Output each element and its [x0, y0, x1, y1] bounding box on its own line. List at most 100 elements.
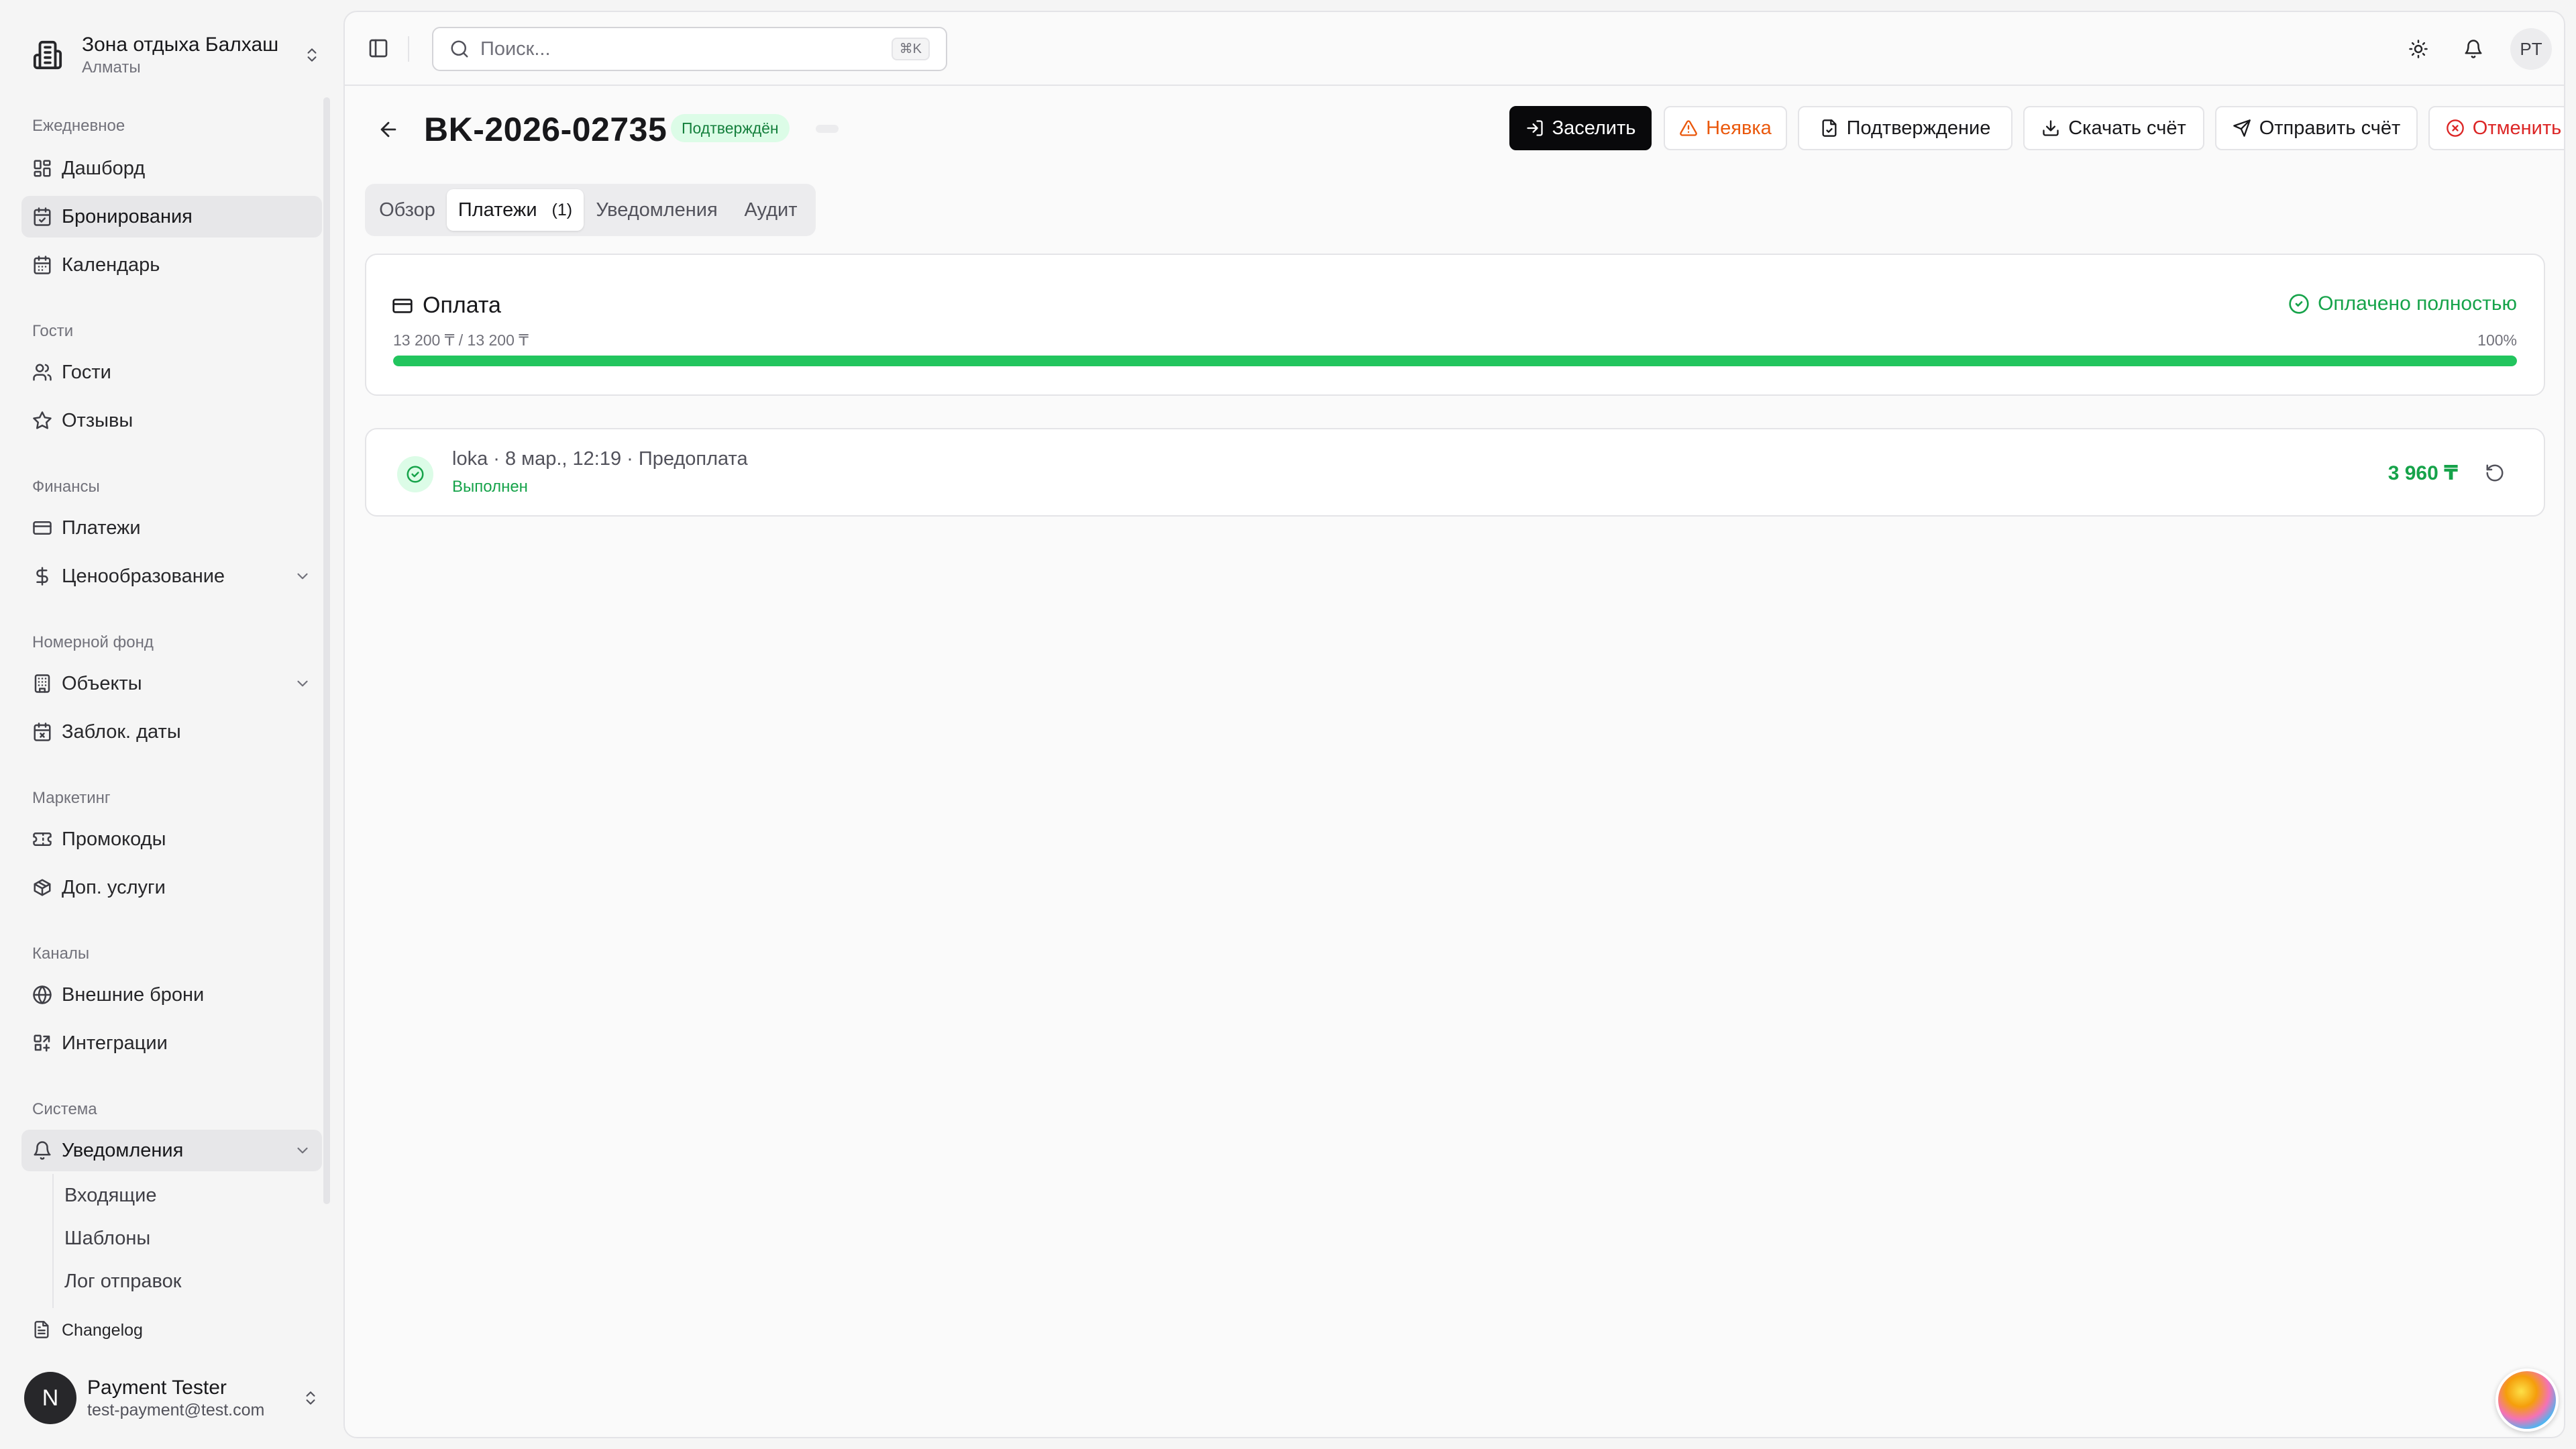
- sidebar-item-external[interactable]: Внешние брони: [21, 974, 322, 1016]
- dollar-icon: [32, 566, 52, 586]
- users-icon: [32, 362, 52, 382]
- confirmation-button[interactable]: Подтверждение: [1798, 106, 2012, 150]
- send-invoice-button[interactable]: Отправить счёт: [2215, 106, 2418, 150]
- sidebar-item-reviews[interactable]: Отзывы: [21, 400, 322, 441]
- sidebar-item-integrations[interactable]: Интеграции: [21, 1022, 322, 1064]
- calendar-check-icon: [32, 207, 52, 227]
- group-label-finance: Финансы: [32, 478, 100, 496]
- submenu-line: [52, 1174, 54, 1308]
- calendar-icon: [32, 255, 52, 275]
- shortcut-hint: ⌘K: [891, 38, 930, 60]
- download-invoice-button[interactable]: Скачать счёт: [2023, 106, 2204, 150]
- sidebar-item-label: Заблок. даты: [62, 720, 181, 743]
- tab-label: Платежи: [458, 199, 537, 221]
- sidebar-item-label: Календарь: [62, 254, 160, 276]
- group-label-rooms: Номерной фонд: [32, 633, 154, 651]
- chevrons-up-down-icon: [303, 46, 321, 64]
- tab-notifications[interactable]: Уведомления: [586, 189, 727, 231]
- org-switcher[interactable]: Зона отдыха Балхаш Алматы: [21, 24, 321, 86]
- topbar: ⌘K PT: [345, 12, 2564, 86]
- payment-summary-card: Оплата Оплачено полностью 13 200 ₸ / 13 …: [365, 254, 2545, 396]
- chevrons-up-down-icon: [302, 1389, 319, 1407]
- payment-status: Оплачено полностью: [2288, 292, 2517, 315]
- sidebar-scrollbar[interactable]: [323, 97, 330, 1204]
- transaction-row: loka · 8 мар., 12:19 · Предоплата Выполн…: [365, 428, 2545, 517]
- sidebar-subitem-templates[interactable]: Шаблоны: [64, 1228, 150, 1250]
- file-check-icon: [1820, 119, 1839, 138]
- sidebar-item-payments[interactable]: Платежи: [21, 507, 322, 549]
- divider: [408, 36, 409, 62]
- sidebar-item-label: Внешние брони: [62, 983, 205, 1006]
- user-menu[interactable]: N Payment Tester test-payment@test.com: [24, 1371, 319, 1425]
- assistant-avatar-button[interactable]: [2496, 1368, 2559, 1432]
- sidebar-item-changelog[interactable]: Changelog: [21, 1312, 322, 1348]
- log-in-icon: [1525, 119, 1544, 138]
- tab-list: Обзор Платежи (1) Уведомления Аудит: [365, 184, 816, 236]
- avatar[interactable]: PT: [2510, 28, 2552, 70]
- check-circle-icon: [397, 456, 433, 492]
- search-input[interactable]: [480, 38, 946, 60]
- payment-title: Оплата: [423, 292, 501, 318]
- sidebar-item-guests[interactable]: Гости: [21, 352, 322, 393]
- bell-icon[interactable]: [2455, 31, 2491, 67]
- org-name: Зона отдыха Балхаш: [82, 34, 279, 56]
- search-icon: [449, 39, 470, 59]
- page-title: BK-2026-02735: [424, 111, 667, 148]
- payment-status-label: Оплачено полностью: [2318, 292, 2517, 315]
- chevron-down-icon: [294, 568, 311, 585]
- back-arrow-icon[interactable]: [377, 118, 400, 141]
- send-icon: [2233, 119, 2251, 138]
- sidebar-item-label: Changelog: [62, 1320, 143, 1340]
- status-badge: Подтверждён: [671, 114, 790, 142]
- sidebar-subitem-send-log[interactable]: Лог отправок: [64, 1271, 181, 1293]
- sidebar-item-notifications[interactable]: Уведомления: [21, 1130, 322, 1171]
- download-icon: [2041, 119, 2060, 138]
- x-circle-icon: [2446, 119, 2465, 138]
- card-title: Оплата: [392, 292, 501, 319]
- sidebar-item-label: Ценообразование: [62, 565, 225, 587]
- chevron-down-icon: [294, 1142, 311, 1159]
- paid-amount: 13 200 ₸ / 13 200 ₸: [393, 331, 529, 349]
- sidebar-item-pricing[interactable]: Ценообразование: [21, 555, 322, 597]
- sidebar-subitem-inbox[interactable]: Входящие: [64, 1185, 157, 1207]
- refund-icon[interactable]: [2485, 463, 2505, 483]
- building-icon: [21, 40, 74, 70]
- main-panel: ⌘K PT BK-2026-02735 Подтверждён Заселить…: [343, 11, 2565, 1438]
- tab-payments[interactable]: Платежи (1): [447, 189, 584, 231]
- sidebar-item-label: Дашборд: [62, 157, 146, 179]
- chevron-down-icon: [294, 675, 311, 692]
- transaction-status: Выполнен: [452, 478, 528, 496]
- sidebar-item-bookings[interactable]: Бронирования: [21, 196, 322, 237]
- cancel-button[interactable]: Отменить: [2428, 106, 2564, 150]
- alert-triangle-icon: [1679, 119, 1698, 138]
- credit-card-icon: [392, 295, 413, 317]
- button-label: Подтверждение: [1846, 117, 1991, 139]
- sidebar-toggle-icon[interactable]: [368, 38, 389, 59]
- sidebar-item-calendar[interactable]: Календарь: [21, 244, 322, 286]
- user-name: Payment Tester: [87, 1377, 227, 1399]
- avatar: N: [24, 1372, 76, 1424]
- transaction-description: loka · 8 мар., 12:19 · Предоплата: [452, 448, 748, 470]
- sidebar-item-blocked-dates[interactable]: Заблок. даты: [21, 711, 322, 753]
- group-label-system: Система: [32, 1100, 97, 1118]
- search-box[interactable]: ⌘K: [432, 27, 947, 71]
- sidebar-item-label: Доп. услуги: [62, 876, 166, 898]
- checkin-button[interactable]: Заселить: [1509, 106, 1652, 150]
- sidebar-item-label: Интеграции: [62, 1032, 168, 1054]
- sidebar-item-objects[interactable]: Объекты: [21, 663, 322, 704]
- credit-card-icon: [32, 518, 52, 538]
- noshow-button[interactable]: Неявка: [1664, 106, 1787, 150]
- sidebar-item-extras[interactable]: Доп. услуги: [21, 867, 322, 908]
- payment-progress-bar: [393, 356, 2517, 366]
- sidebar-item-label: Уведомления: [62, 1139, 184, 1161]
- sidebar-item-dashboard[interactable]: Дашборд: [21, 148, 322, 189]
- group-label-channels: Каналы: [32, 945, 90, 963]
- check-circle-icon: [2288, 293, 2310, 315]
- tab-audit[interactable]: Аудит: [731, 189, 810, 231]
- theme-toggle-icon[interactable]: [2400, 31, 2436, 67]
- package-icon: [32, 877, 52, 898]
- plug-icon: [32, 1033, 52, 1053]
- sidebar-item-promo[interactable]: Промокоды: [21, 818, 322, 860]
- tab-overview[interactable]: Обзор: [370, 189, 444, 231]
- empty-badge: [816, 125, 839, 133]
